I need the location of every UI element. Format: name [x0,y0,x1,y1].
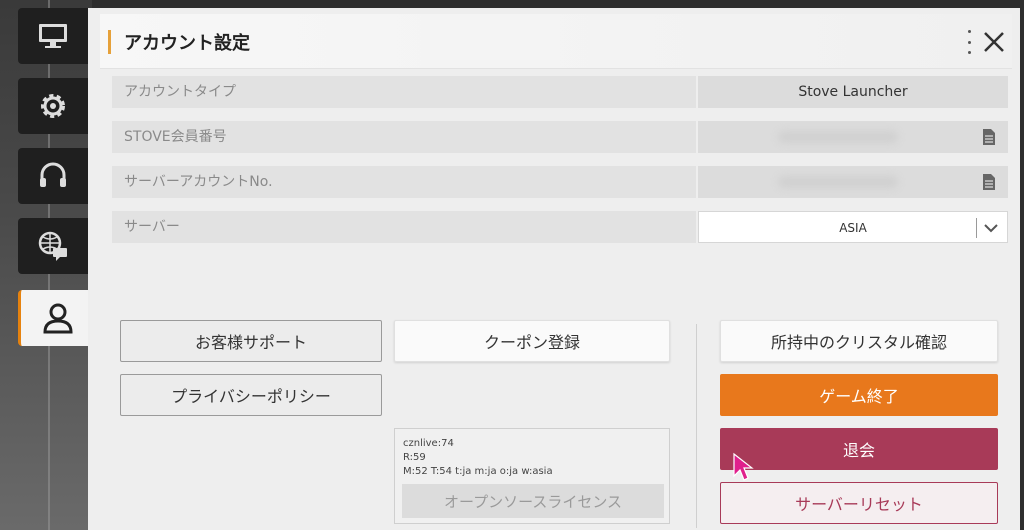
sidebar-item-settings[interactable] [18,78,88,134]
blurred-value [778,176,898,188]
monitor-icon [39,24,67,48]
check-crystals-button[interactable]: 所持中のクリスタル確認 [720,320,998,362]
close-icon [984,32,1004,52]
more-options-icon[interactable] [966,30,972,54]
column-divider [696,324,697,528]
account-settings-panel: アカウント設定 アカウントタイプ Stove Launcher STOVE会員番… [88,8,1020,530]
select-divider [976,218,977,238]
blurred-value [778,131,898,143]
quit-game-button[interactable]: ゲーム終了 [720,374,998,416]
headset-icon [40,162,66,187]
sidebar-item-display[interactable] [18,8,88,64]
account-type-row: アカウントタイプ Stove Launcher [112,76,1008,108]
account-type-value: Stove Launcher [698,76,1008,108]
close-button[interactable] [978,26,1010,58]
header-accent-bar [108,30,111,54]
panel-header: アカウント設定 [100,14,1012,69]
info-line: M:52 T:54 t:ja m:ja o:ja w:asia [403,466,553,477]
withdraw-button[interactable]: 退会 [720,428,998,470]
copy-icon[interactable] [982,128,996,146]
mouse-cursor-icon [733,452,754,481]
member-no-value [698,121,1008,153]
server-row: サーバー ASIA [112,211,1008,243]
sidebar-item-account[interactable] [18,290,95,346]
member-no-row: STOVE会員番号 [112,121,1008,153]
page-title: アカウント設定 [124,33,250,54]
user-icon [43,303,73,334]
server-label: サーバー [112,211,696,243]
server-select[interactable]: ASIA [698,211,1008,243]
gear-icon [41,94,65,118]
server-account-row: サーバーアカウントNo. [112,166,1008,198]
coupon-button[interactable]: クーポン登録 [394,320,670,362]
server-reset-button[interactable]: サーバーリセット [720,482,998,524]
account-type-label: アカウントタイプ [112,76,696,108]
customer-support-button[interactable]: お客様サポート [120,320,382,362]
server-selected-value: ASIA [839,221,867,235]
sidebar-item-language[interactable] [18,218,88,274]
info-line: cznlive:74 [403,438,454,449]
open-source-license-button[interactable]: オープンソースライセンス [402,484,664,518]
sidebar-item-audio[interactable] [18,148,88,204]
globe-chat-icon [38,231,67,261]
server-account-label: サーバーアカウントNo. [112,166,696,198]
chevron-down-icon [984,224,998,233]
member-no-label: STOVE会員番号 [112,121,696,153]
info-line: R:59 [403,452,426,463]
privacy-policy-button[interactable]: プライバシーポリシー [120,374,382,416]
copy-icon[interactable] [982,173,996,191]
server-account-value [698,166,1008,198]
